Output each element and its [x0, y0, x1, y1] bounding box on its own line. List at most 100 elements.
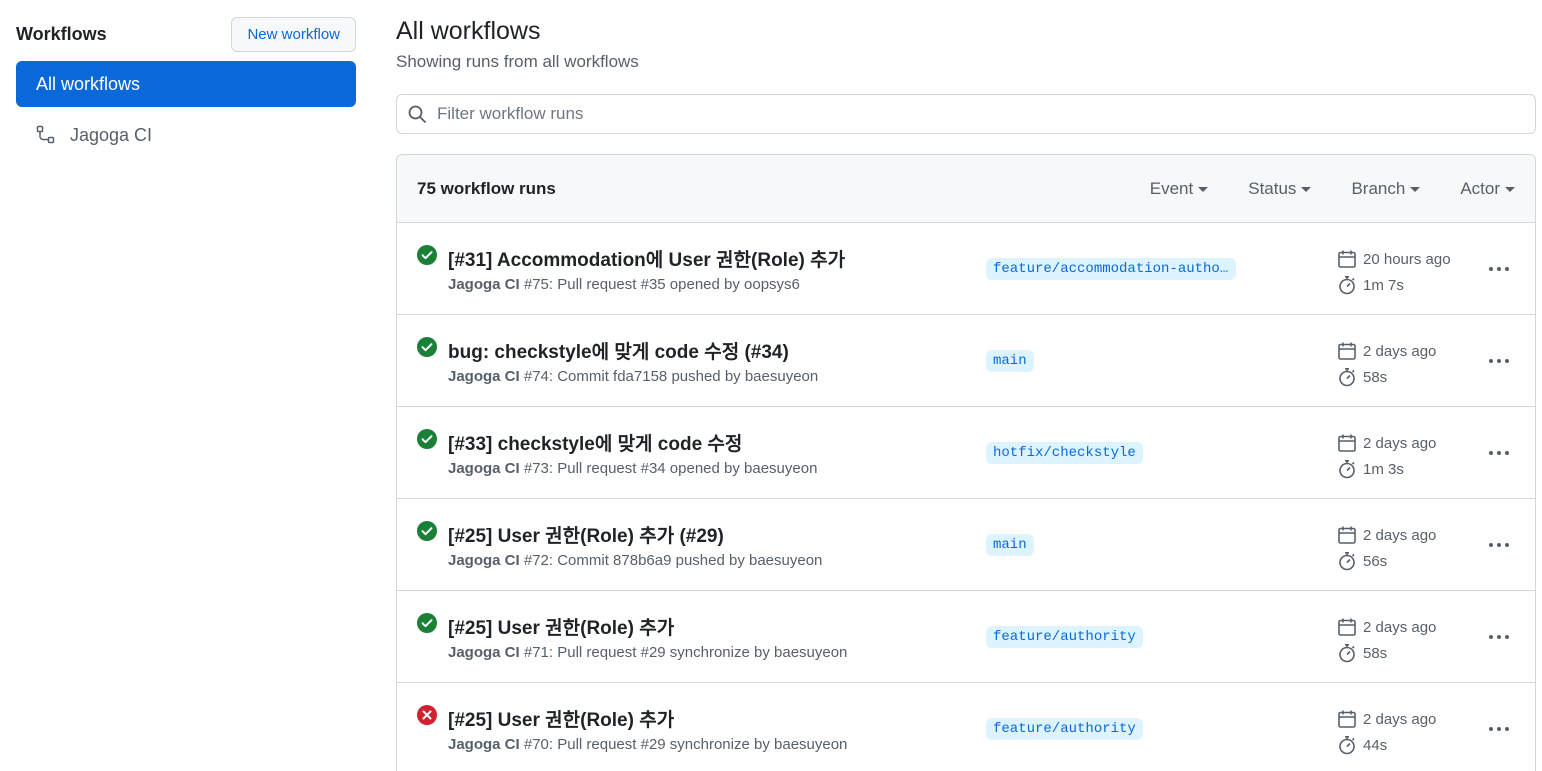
stopwatch-icon	[1337, 275, 1357, 295]
kebab-menu-icon[interactable]	[1487, 351, 1511, 371]
run-detail: #70: Pull request #29 synchronize by bae…	[519, 736, 848, 753]
calendar-icon	[1337, 249, 1357, 269]
branch-filter-dropdown[interactable]: Branch	[1351, 179, 1421, 199]
page-title: All workflows	[396, 17, 541, 45]
run-meta: Jagoga CI #74: Commit fda7158 pushed by …	[448, 368, 818, 385]
filter-box	[396, 94, 1536, 134]
run-duration-value: 44s	[1363, 736, 1388, 754]
sidebar-item-all-workflows[interactable]: All workflows	[16, 61, 356, 107]
stopwatch-icon	[1337, 735, 1357, 755]
kebab-menu-icon[interactable]	[1487, 535, 1511, 555]
caret-down-icon	[1410, 187, 1421, 192]
stopwatch-icon	[1337, 551, 1357, 571]
branch-label[interactable]: main	[986, 350, 1034, 372]
run-title[interactable]: [#33] checkstyle에 맞게 code 수정	[448, 429, 742, 456]
run-when: 2 days ago	[1363, 342, 1437, 360]
sidebar-header: Workflows New workflow	[16, 16, 356, 52]
kebab-menu-icon[interactable]	[1487, 719, 1511, 739]
branch-label[interactable]: main	[986, 534, 1034, 556]
dropdown-label: Event	[1149, 178, 1194, 198]
run-duration-value: 56s	[1363, 552, 1388, 570]
actor-filter-dropdown[interactable]: Actor	[1460, 179, 1515, 199]
run-when: 2 days ago	[1363, 434, 1437, 452]
run-meta: Jagoga CI #75: Pull request #35 opened b…	[448, 276, 800, 293]
run-meta: Jagoga CI #71: Pull request #29 synchron…	[448, 644, 847, 661]
event-filter-dropdown[interactable]: Event	[1149, 178, 1209, 199]
kebab-menu-icon[interactable]	[1487, 443, 1511, 463]
run-duration: 1m 3s	[1331, 459, 1404, 479]
run-row[interactable]: bug: checkstyle에 맞게 code 수정 (#34) Jagoga…	[397, 315, 1535, 407]
run-duration: 58s	[1331, 367, 1387, 387]
kebab-menu-icon[interactable]	[1487, 627, 1511, 647]
success-check-icon	[417, 521, 437, 541]
run-row[interactable]: [#31] Accommodation에 User 권한(Role) 추가 Ja…	[397, 223, 1535, 315]
run-workflow-name: Jagoga CI	[448, 276, 520, 293]
dropdown-label: Status	[1248, 178, 1297, 198]
success-check-icon	[417, 337, 437, 357]
stopwatch-icon	[1337, 459, 1357, 479]
run-title[interactable]: [#25] User 권한(Role) 추가 (#29)	[448, 521, 724, 548]
stopwatch-icon	[1337, 367, 1357, 387]
run-row[interactable]: [#25] User 권한(Role) 추가 Jagoga CI #70: Pu…	[397, 683, 1535, 771]
failure-x-icon	[417, 705, 437, 725]
run-workflow-name: Jagoga CI	[448, 552, 520, 569]
run-filters: Event Status Branch Actor	[1110, 179, 1515, 199]
page: Workflows New workflow All workflows Jag…	[0, 0, 1542, 771]
run-when: 20 hours ago	[1363, 250, 1451, 268]
run-duration: 44s	[1331, 735, 1387, 755]
run-date: 2 days ago	[1331, 341, 1436, 361]
caret-down-icon	[1198, 187, 1209, 192]
new-workflow-button[interactable]: New workflow	[231, 16, 356, 52]
run-date: 20 hours ago	[1331, 249, 1451, 269]
run-row[interactable]: [#25] User 권한(Role) 추가 Jagoga CI #71: Pu…	[397, 591, 1535, 683]
success-check-icon	[417, 245, 437, 265]
filter-workflow-runs-input[interactable]	[437, 104, 1437, 124]
success-check-icon	[417, 429, 437, 449]
run-duration-value: 1m 7s	[1363, 276, 1404, 294]
run-meta: Jagoga CI #70: Pull request #29 synchron…	[448, 736, 847, 753]
run-title[interactable]: [#31] Accommodation에 User 권한(Role) 추가	[448, 245, 845, 272]
run-detail: #74: Commit fda7158 pushed by baesuyeon	[519, 368, 819, 385]
run-detail: #72: Commit 878b6a9 pushed by baesuyeon	[519, 552, 823, 569]
run-date: 2 days ago	[1331, 525, 1436, 545]
calendar-icon	[1337, 433, 1357, 453]
run-detail: #73: Pull request #34 opened by baesuyeo…	[519, 460, 818, 477]
success-check-icon	[417, 613, 437, 633]
runs-count: 75 workflow runs	[417, 178, 556, 198]
branch-label[interactable]: feature/authority	[986, 626, 1143, 648]
run-workflow-name: Jagoga CI	[448, 644, 520, 661]
run-duration-value: 58s	[1363, 368, 1388, 386]
run-detail: #75: Pull request #35 opened by oopsys6	[519, 276, 800, 293]
run-date: 2 days ago	[1331, 709, 1436, 729]
run-row[interactable]: [#33] checkstyle에 맞게 code 수정 Jagoga CI #…	[397, 407, 1535, 499]
main-content: All workflows Showing runs from all work…	[396, 16, 1536, 771]
calendar-icon	[1337, 525, 1357, 545]
branch-label[interactable]: hotfix/checkstyle	[986, 442, 1143, 464]
stopwatch-icon	[1337, 643, 1357, 663]
branch-label[interactable]: feature/authority	[986, 718, 1143, 740]
run-workflow-name: Jagoga CI	[448, 368, 520, 385]
run-title[interactable]: bug: checkstyle에 맞게 code 수정 (#34)	[448, 337, 789, 364]
run-duration: 1m 7s	[1331, 275, 1404, 295]
run-when: 2 days ago	[1363, 710, 1437, 728]
search-icon	[407, 104, 427, 124]
status-filter-dropdown[interactable]: Status	[1248, 178, 1312, 199]
sidebar-item-jagoga-ci[interactable]: Jagoga CI	[16, 112, 356, 158]
workflow-icon	[36, 125, 56, 145]
runs-table-header: 75 workflow runs Event Status Branch Act…	[397, 155, 1535, 223]
run-meta: Jagoga CI #73: Pull request #34 opened b…	[448, 460, 817, 477]
run-workflow-name: Jagoga CI	[448, 736, 520, 753]
caret-down-icon	[1505, 187, 1515, 192]
runs-table: 75 workflow runs Event Status Branch Act…	[396, 154, 1536, 771]
run-detail: #71: Pull request #29 synchronize by bae…	[519, 644, 848, 661]
kebab-menu-icon[interactable]	[1487, 259, 1511, 279]
run-date: 2 days ago	[1331, 433, 1436, 453]
branch-label[interactable]: feature/accommodation-authority	[986, 258, 1236, 280]
run-title[interactable]: [#25] User 권한(Role) 추가	[448, 613, 674, 640]
run-workflow-name: Jagoga CI	[448, 460, 520, 477]
sidebar-item-label: All workflows	[36, 73, 141, 94]
run-title[interactable]: [#25] User 권한(Role) 추가	[448, 705, 674, 732]
run-row[interactable]: [#25] User 권한(Role) 추가 (#29) Jagoga CI #…	[397, 499, 1535, 591]
sidebar-item-label: Jagoga CI	[70, 124, 153, 145]
calendar-icon	[1337, 709, 1357, 729]
